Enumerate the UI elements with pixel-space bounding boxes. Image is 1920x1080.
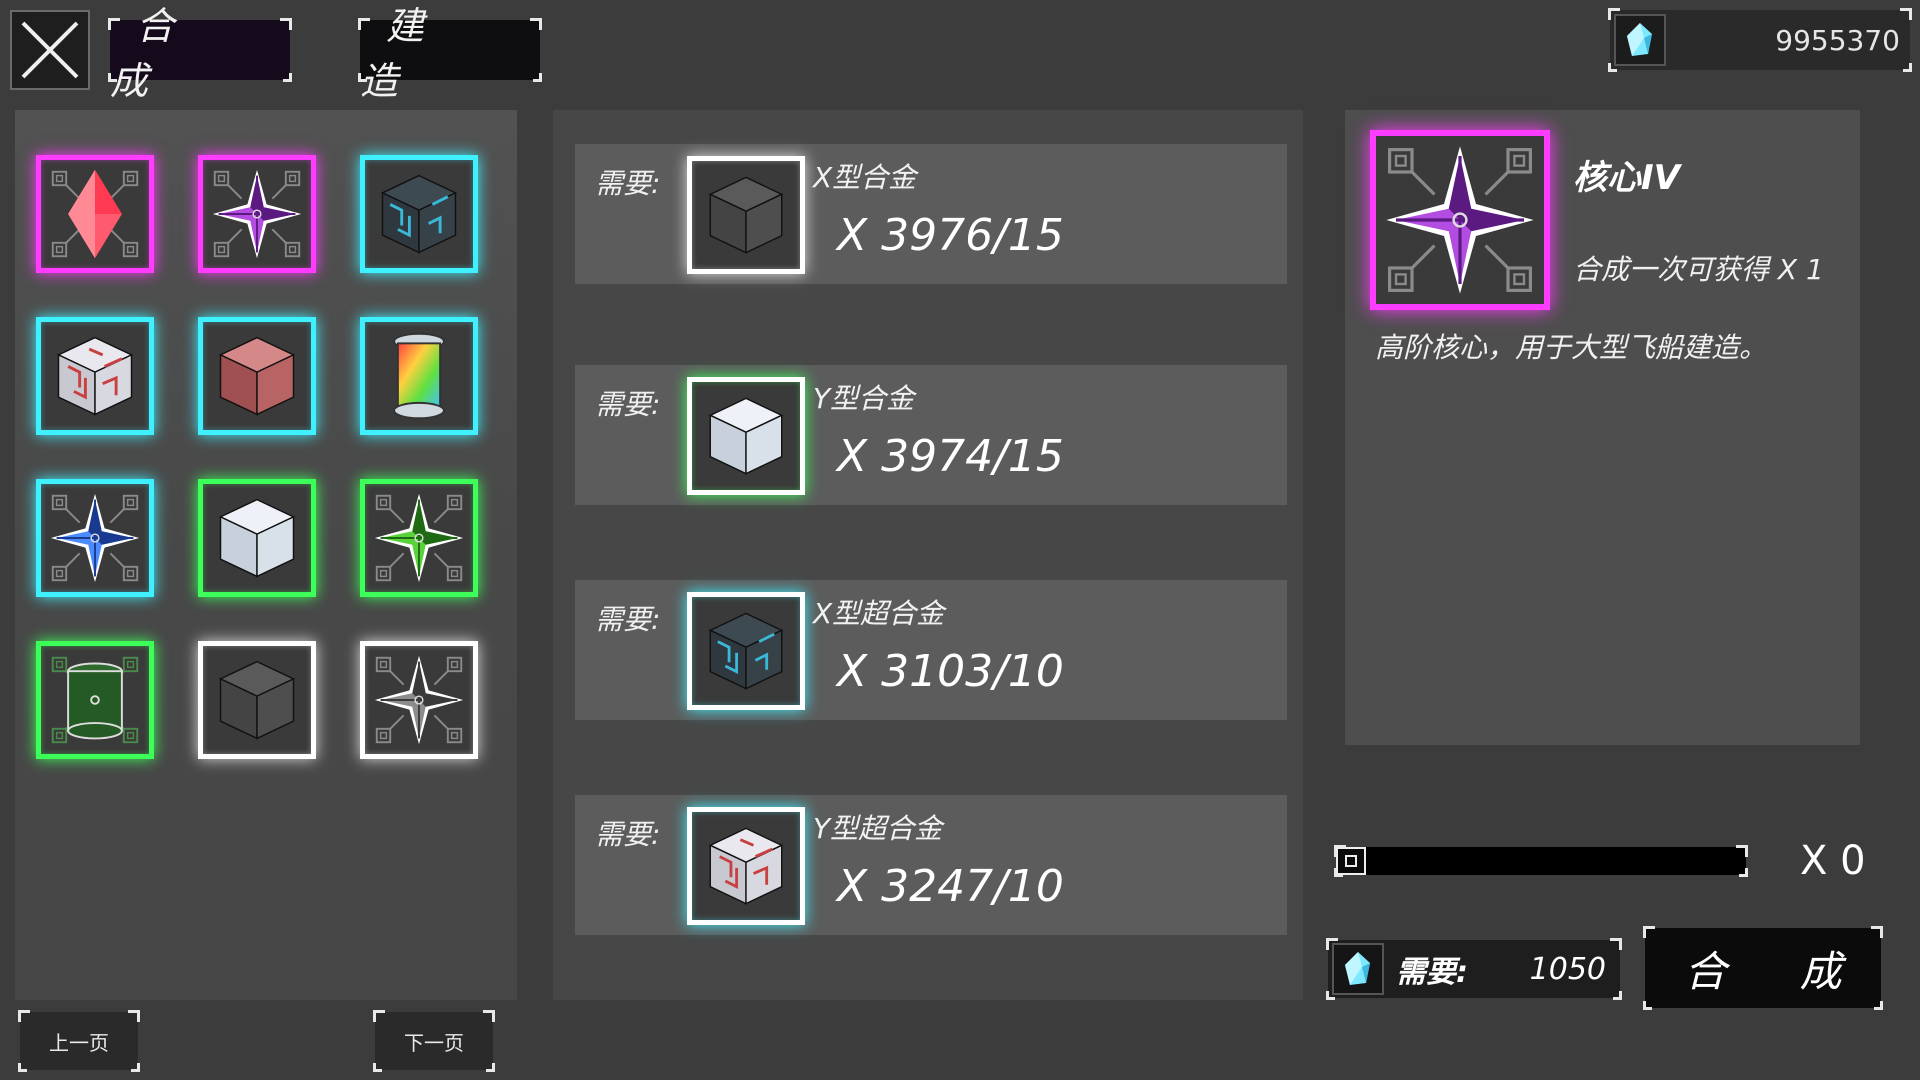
rainbow-capsule-icon [393, 332, 445, 420]
inventory-slot[interactable] [198, 641, 316, 759]
red-pattern-cube-icon [708, 827, 784, 905]
requirement-item-name: X型合金 [813, 161, 917, 194]
requirement-item-name: Y型合金 [813, 382, 915, 415]
prev-page-label: 上一页 [49, 1030, 109, 1055]
green-barrel-icon [51, 656, 139, 744]
gray-cube-icon [218, 660, 296, 740]
requirement-item-name: Y型超合金 [813, 812, 943, 845]
currency-display: 9955370 [1608, 8, 1912, 72]
inventory-slot[interactable] [36, 317, 154, 435]
requirement-label: 需要: [595, 818, 661, 851]
inventory-slot[interactable] [360, 479, 478, 597]
white-cube-icon [708, 397, 784, 475]
blue-core-icon [50, 493, 140, 583]
detail-yield: 合成一次可获得 X 1 [1573, 253, 1824, 286]
red-cube-icon [218, 336, 296, 416]
requirement-count: X 3103/10 [837, 646, 1064, 697]
requirement-label: 需要: [595, 603, 661, 636]
close-button[interactable] [10, 10, 90, 90]
craft-cost: 需要: 1050 [1326, 938, 1622, 1000]
prev-page-button[interactable]: 上一页 [18, 1010, 140, 1072]
white-cube-icon [218, 498, 296, 578]
red-pattern-cube-icon [56, 336, 134, 416]
inventory-slot[interactable] [36, 479, 154, 597]
requirement-item-name: X型超合金 [813, 597, 945, 630]
red-crystal-icon [51, 169, 139, 259]
dark-super-alloy-cube-icon [380, 174, 458, 254]
requirement-label: 需要: [595, 167, 661, 200]
inventory-slot[interactable] [360, 317, 478, 435]
detail-description: 高阶核心，用于大型飞船建造。 [1375, 331, 1768, 364]
dark-super-alloy-cube-icon [708, 612, 784, 690]
tab-craft-label: 合 成 [110, 4, 201, 103]
purple-core-icon [212, 169, 302, 259]
inventory-slot[interactable] [198, 317, 316, 435]
detail-item-slot [1370, 130, 1550, 310]
requirement-count: X 3974/15 [837, 431, 1064, 482]
inventory-slot[interactable] [36, 641, 154, 759]
craft-button-label: 合 成 [1684, 946, 1872, 996]
requirement-label: 需要: [595, 388, 661, 421]
close-icon [21, 21, 79, 79]
inventory-slot[interactable] [198, 155, 316, 273]
cost-value: 1050 [1529, 951, 1606, 987]
inventory-slot[interactable] [36, 155, 154, 273]
detail-item-name: 核心IV [1573, 158, 1680, 198]
cost-label: 需要: [1396, 955, 1468, 990]
purple-core-icon [1386, 146, 1534, 294]
gray-core-icon [374, 655, 464, 745]
green-core-icon [374, 493, 464, 583]
inventory-slot[interactable] [198, 479, 316, 597]
requirement-row: 需要: X型超合金 X 3103/10 [575, 580, 1287, 720]
requirement-row: 需要: Y型合金 X 3974/15 [575, 365, 1287, 505]
crystal-icon [1332, 943, 1384, 995]
requirement-item-slot[interactable] [687, 377, 805, 495]
currency-value: 9955370 [1775, 23, 1900, 57]
tab-build[interactable]: 建 造 [358, 4, 542, 103]
requirement-count: X 3976/15 [837, 210, 1064, 261]
next-page-button[interactable]: 下一页 [373, 1010, 495, 1072]
requirement-row: 需要: X型合金 X 3976/15 [575, 144, 1287, 284]
slider-handle[interactable] [1336, 847, 1366, 875]
crystal-icon [1614, 14, 1666, 66]
inventory-slot[interactable] [360, 641, 478, 759]
requirement-item-slot[interactable] [687, 156, 805, 274]
requirement-item-slot[interactable] [687, 592, 805, 710]
requirement-row: 需要: Y型超合金 X 3247/10 [575, 795, 1287, 935]
craft-button[interactable]: 合 成 [1643, 926, 1883, 1010]
tab-craft[interactable]: 合 成 [108, 4, 292, 103]
quantity-slider[interactable] [1334, 845, 1748, 877]
requirement-item-slot[interactable] [687, 807, 805, 925]
inventory-slot[interactable] [360, 155, 478, 273]
quantity-label: X 0 [1800, 838, 1866, 884]
next-page-label: 下一页 [404, 1030, 464, 1055]
tab-build-label: 建 造 [360, 4, 451, 103]
gray-cube-icon [708, 176, 784, 254]
requirement-count: X 3247/10 [837, 861, 1064, 912]
